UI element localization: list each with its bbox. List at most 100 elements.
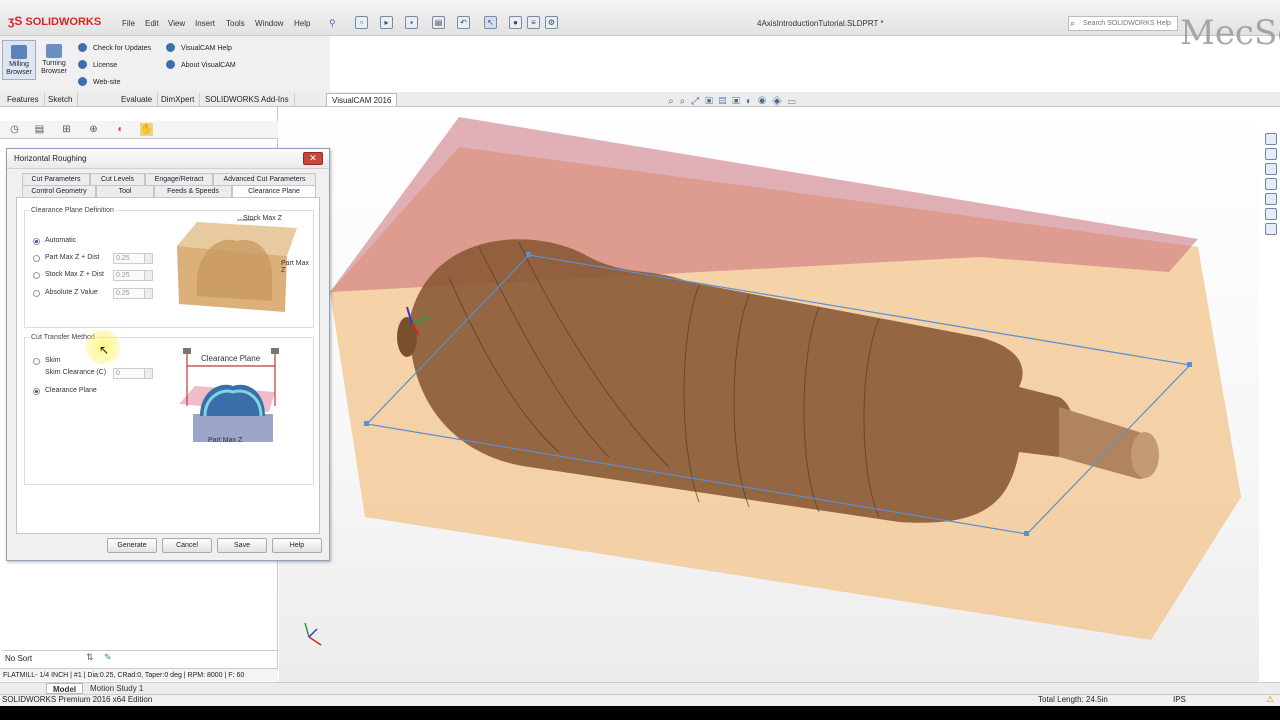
skim-clearance-input[interactable]: 0 (113, 368, 153, 379)
stock-max-z-figure-label: Stock Max Z (243, 215, 282, 222)
solidworks-logo[interactable]: ʒS SOLIDWORKS (8, 14, 101, 28)
options-gear-icon[interactable]: ⚙ (545, 16, 558, 29)
tab-clearance-plane[interactable]: Clearance Plane (232, 185, 316, 197)
stock-max-z-label: Stock Max Z + Dist (45, 271, 104, 278)
new-document-icon[interactable]: ▫ (355, 16, 368, 29)
globe-icon (78, 77, 87, 86)
menu-tools[interactable]: Tools (226, 19, 245, 28)
select-icon[interactable]: ↖ (484, 16, 497, 29)
sort-dropdown[interactable]: No Sort (2, 650, 278, 666)
visualcam-help-link[interactable]: VisualCAM Help (166, 43, 232, 52)
tool-info-text: FLATMILL- 1/4 INCH | #1 | Dia:0.25, CRad… (0, 668, 278, 681)
automatic-radio[interactable] (33, 238, 40, 245)
tab-engage-retract[interactable]: Engage/Retract (145, 173, 213, 185)
tab-cut-levels[interactable]: Cut Levels (90, 173, 145, 185)
stock-max-z-input[interactable]: 0.25 (113, 270, 153, 281)
appearances-icon[interactable] (1265, 193, 1277, 205)
absolute-z-label: Absolute Z Value (45, 289, 98, 296)
tab-model[interactable]: Model (46, 683, 84, 694)
shaft-end (1131, 432, 1159, 478)
menu-help[interactable]: Help (294, 19, 310, 28)
turning-browser-button[interactable]: Turning Browser (37, 40, 71, 80)
part-max-z-radio[interactable] (33, 255, 40, 262)
automatic-label: Automatic (45, 237, 77, 244)
pin-icon[interactable]: ⚲ (329, 18, 336, 29)
menu-view[interactable]: View (168, 19, 185, 28)
save-icon[interactable]: ▪ (405, 16, 418, 29)
view-heads-up-toolbar[interactable]: ⌕⌕⤢▣▤▣◐◉◈▭ (668, 96, 802, 107)
part-max-z-input[interactable]: 0.25 (113, 253, 153, 264)
skim-label: Skim (45, 357, 61, 364)
milling-browser-button[interactable]: Milling Browser (2, 40, 36, 80)
dialog-title[interactable]: Horizontal Roughing (7, 149, 329, 169)
display-manager-icon[interactable]: ◐ (114, 123, 127, 136)
menu-edit[interactable]: Edit (145, 19, 159, 28)
edition-text: SOLIDWORKS Premium 2016 x64 Edition (2, 695, 153, 704)
menu-insert[interactable]: Insert (195, 19, 215, 28)
skim-radio[interactable] (33, 358, 40, 365)
skim-clearance-label: Skim Clearance (C) (45, 369, 107, 376)
menu-file[interactable]: File (122, 19, 135, 28)
generate-button[interactable]: Generate (107, 538, 157, 553)
about-visualcam-link[interactable]: About VisualCAM (166, 60, 236, 69)
turning-browser-icon (46, 44, 62, 58)
model-scene (304, 117, 1241, 646)
info-icon (166, 60, 175, 69)
undo-icon[interactable]: ↶ (457, 16, 470, 29)
feature-tree-icon[interactable]: ◷ (8, 123, 21, 136)
dimxpert-icon[interactable]: ⊕ (87, 123, 100, 136)
dialog-close-button[interactable]: ✕ (303, 152, 323, 165)
search-icon: ⌕ (1070, 18, 1076, 28)
clearance-definition-label: Clearance Plane Definition (29, 207, 116, 214)
design-library-icon[interactable] (1265, 163, 1277, 175)
sort-options-icon[interactable]: ⇅ (86, 652, 94, 663)
stock-max-z-radio[interactable] (33, 272, 40, 279)
property-manager-icon[interactable]: ▤ (33, 123, 46, 136)
horizontal-roughing-dialog: Horizontal Roughing ✕ Cut Parameters Cut… (6, 148, 330, 561)
warning-icon[interactable]: ⚠ (1266, 694, 1274, 705)
absolute-z-radio[interactable] (33, 290, 40, 297)
tab-advanced-cut-parameters[interactable]: Advanced Cut Parameters (213, 173, 316, 185)
visualcam-browser-icon[interactable]: ✋ (140, 123, 153, 136)
menu-window[interactable]: Window (255, 19, 283, 28)
tab-sketch[interactable]: Sketch (43, 93, 79, 106)
tab-visualcam[interactable]: VisualCAM 2016 (326, 93, 398, 106)
website-link[interactable]: Web-site (78, 77, 121, 86)
cancel-button[interactable]: Cancel (162, 538, 212, 553)
units-indicator[interactable]: IPS (1173, 695, 1186, 704)
task-pane-tabs[interactable] (1262, 130, 1280, 250)
search-input[interactable]: Search SOLIDWORKS Help (1068, 16, 1178, 31)
tab-feeds-speeds[interactable]: Feeds & Speeds (154, 185, 232, 197)
tab-features[interactable]: Features (2, 93, 45, 106)
rebuild-icon[interactable]: ● (509, 16, 522, 29)
tab-cut-parameters[interactable]: Cut Parameters (22, 173, 90, 185)
help-icon (166, 43, 175, 52)
home-icon[interactable] (1265, 133, 1277, 145)
clearance-plane-figure-label: Clearance Plane (201, 354, 261, 363)
bottom-black-strip (0, 706, 1280, 720)
configuration-icon[interactable]: ⊞ (60, 123, 73, 136)
tab-dimxpert[interactable]: DimXpert (156, 93, 201, 106)
print-icon[interactable]: ▤ (432, 16, 445, 29)
tab-control-geometry[interactable]: Control Geometry (22, 185, 96, 197)
file-explorer-icon[interactable] (1265, 178, 1277, 190)
tab-motion-study[interactable]: Motion Study 1 (84, 683, 149, 694)
file-properties-icon[interactable]: ≡ (527, 16, 540, 29)
save-button[interactable]: Save (217, 538, 267, 553)
globe-icon (78, 43, 87, 52)
license-link[interactable]: License (78, 60, 117, 69)
tab-solidworks-addins[interactable]: SOLIDWORKS Add-Ins (200, 93, 295, 106)
open-icon[interactable]: ▸ (380, 16, 393, 29)
custom-properties-icon[interactable] (1265, 208, 1277, 220)
clearance-plane-radio[interactable] (33, 388, 40, 395)
tab-evaluate[interactable]: Evaluate (116, 93, 159, 106)
graphics-viewport[interactable] (279, 107, 1259, 682)
part-max-z-transfer-label: Part Max Z (208, 437, 243, 444)
absolute-z-input[interactable]: 0.25 (113, 288, 153, 299)
tab-tool[interactable]: Tool (96, 185, 154, 197)
check-updates-link[interactable]: Check for Updates (78, 43, 151, 52)
help-button[interactable]: Help (272, 538, 322, 553)
tool-icon[interactable]: ✎ (104, 652, 112, 663)
view-palette-icon[interactable] (1265, 223, 1277, 235)
resources-icon[interactable] (1265, 148, 1277, 160)
